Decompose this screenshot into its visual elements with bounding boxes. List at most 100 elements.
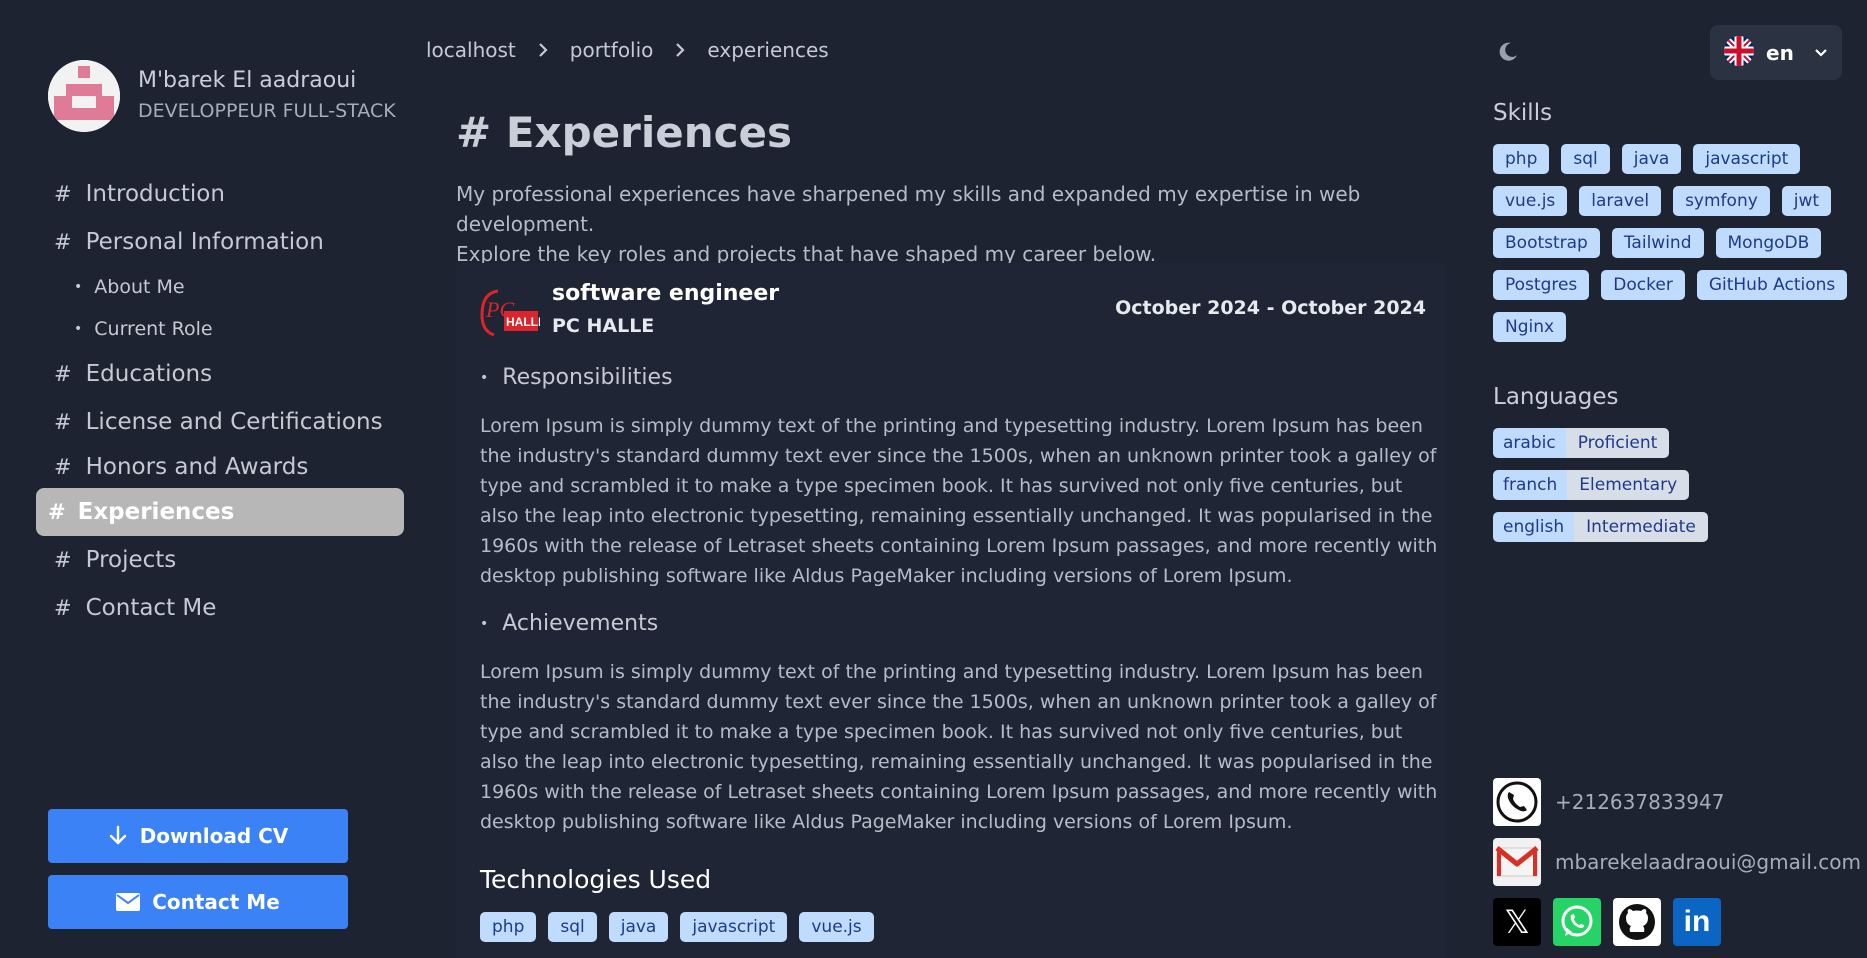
download-cv-button[interactable]: Download CV bbox=[48, 809, 348, 863]
skill-tag[interactable]: symfony bbox=[1673, 186, 1770, 216]
phone-number: +212637833947 bbox=[1555, 790, 1725, 814]
text-line: 1960s with the release of Letraset sheet… bbox=[480, 781, 1438, 803]
achievements-label: Achievements bbox=[502, 611, 659, 636]
nav-item-educations[interactable]: # Educations bbox=[36, 350, 404, 398]
contact-email[interactable]: mbarekelaadraoui@gmail.com bbox=[1493, 838, 1861, 886]
language-code: en bbox=[1766, 40, 1794, 65]
social-links: 𝕏 in bbox=[1493, 898, 1721, 946]
bullet-icon: • bbox=[480, 615, 489, 632]
language-level: Elementary bbox=[1567, 470, 1690, 500]
technologies-heading: Technologies Used bbox=[480, 865, 712, 894]
skill-tag[interactable]: php bbox=[1493, 144, 1550, 174]
hash-icon: # bbox=[48, 500, 66, 524]
experience-card: PC HALLE software engineer PC HALLE Octo… bbox=[456, 263, 1446, 958]
job-title: software engineer bbox=[552, 281, 780, 306]
hash-icon: # bbox=[54, 182, 72, 206]
technology-tag[interactable]: java bbox=[608, 912, 669, 942]
nav-item-label: Experiences bbox=[77, 499, 235, 525]
skill-tag[interactable]: sql bbox=[1561, 144, 1610, 174]
page-title: # Experiences bbox=[456, 108, 793, 157]
bullet-icon: • bbox=[480, 369, 489, 386]
text-line: type and scrambled it to make a type spe… bbox=[480, 475, 1403, 497]
breadcrumb-portfolio[interactable]: portfolio bbox=[570, 38, 654, 62]
technology-tag[interactable]: sql bbox=[548, 912, 597, 942]
profile-role: DEVELOPPEUR FULL-STACK bbox=[138, 100, 396, 122]
nav-item-label: Educations bbox=[85, 361, 213, 387]
hash-icon: # bbox=[54, 548, 72, 572]
nav-item-experiences[interactable]: # Experiences bbox=[36, 488, 404, 536]
skill-tag[interactable]: Postgres bbox=[1493, 270, 1590, 300]
skill-tag[interactable]: javascript bbox=[1693, 144, 1801, 174]
language-level: Intermediate bbox=[1574, 512, 1708, 542]
right-sidebar: Skills php sql java javascript vue.js la… bbox=[1493, 100, 1863, 542]
hash-icon: # bbox=[54, 596, 72, 620]
nav-item-license-certifications[interactable]: # License and Certifications bbox=[36, 398, 404, 446]
nav-item-contact-me[interactable]: # Contact Me bbox=[36, 584, 404, 632]
nav-item-honors-awards[interactable]: # Honors and Awards bbox=[36, 446, 404, 488]
skill-tag[interactable]: Bootstrap bbox=[1493, 228, 1600, 258]
languages-list: arabic Proficient franch Elementary engl… bbox=[1493, 428, 1863, 542]
nav-subitem-current-role[interactable]: • Current Role bbox=[36, 308, 404, 350]
email-address: mbarekelaadraoui@gmail.com bbox=[1555, 850, 1862, 874]
technology-tag[interactable]: php bbox=[480, 912, 537, 942]
languages-title: Languages bbox=[1493, 384, 1619, 410]
nav-item-introduction[interactable]: # Introduction bbox=[36, 170, 404, 218]
text-line: also the leap into electronic typesettin… bbox=[480, 751, 1433, 773]
download-icon bbox=[108, 825, 128, 847]
language-name: franch bbox=[1493, 470, 1568, 500]
github-icon[interactable] bbox=[1613, 898, 1661, 946]
breadcrumb-experiences: experiences bbox=[707, 38, 829, 62]
skill-tag[interactable]: java bbox=[1621, 144, 1682, 174]
x-glyph: 𝕏 bbox=[1504, 903, 1530, 941]
skill-tag[interactable]: MongoDB bbox=[1715, 228, 1822, 258]
nav-item-projects[interactable]: # Projects bbox=[36, 536, 404, 584]
skills-title: Skills bbox=[1493, 100, 1553, 126]
company-logo: PC HALLE bbox=[480, 285, 546, 347]
text-line: type and scrambled it to make a type spe… bbox=[480, 721, 1403, 743]
skill-tag[interactable]: Docker bbox=[1601, 270, 1685, 300]
language-pill: arabic Proficient bbox=[1493, 428, 1670, 458]
text-line: desktop publishing software like Aldus P… bbox=[480, 811, 1293, 833]
nav-item-personal-information[interactable]: # Personal Information bbox=[36, 218, 404, 266]
text-line: the industry's standard dummy text ever … bbox=[480, 445, 1437, 467]
experience-dates: October 2024 - October 2024 bbox=[1115, 297, 1426, 319]
breadcrumb-localhost[interactable]: localhost bbox=[426, 38, 516, 62]
hash-icon: # bbox=[54, 230, 72, 254]
download-cv-label: Download CV bbox=[139, 824, 289, 848]
contact-me-label: Contact Me bbox=[152, 890, 280, 914]
skill-tag[interactable]: GitHub Actions bbox=[1696, 270, 1848, 300]
dark-mode-toggle-moon-icon[interactable] bbox=[1496, 40, 1520, 68]
text-line: Lorem Ipsum is simply dummy text of the … bbox=[480, 415, 1423, 437]
chevron-down-icon bbox=[1814, 48, 1828, 58]
skill-tag[interactable]: laravel bbox=[1579, 186, 1662, 216]
technology-tag[interactable]: javascript bbox=[680, 912, 788, 942]
gmail-icon bbox=[1493, 838, 1541, 886]
text-line: the industry's standard dummy text ever … bbox=[480, 691, 1437, 713]
whatsapp-icon[interactable] bbox=[1553, 898, 1601, 946]
nav-item-label: Honors and Awards bbox=[85, 454, 309, 480]
chevron-right-icon bbox=[538, 42, 548, 58]
skill-tag[interactable]: Nginx bbox=[1493, 312, 1567, 342]
language-name: english bbox=[1493, 512, 1575, 542]
chevron-right-icon bbox=[675, 42, 685, 58]
nav-item-label: About Me bbox=[94, 276, 185, 298]
avatar[interactable] bbox=[48, 60, 120, 132]
contact-phone[interactable]: +212637833947 bbox=[1493, 778, 1724, 826]
nav-item-label: Personal Information bbox=[85, 229, 324, 255]
skills-list: php sql java javascript vue.js laravel s… bbox=[1493, 144, 1853, 342]
skill-tag[interactable]: Tailwind bbox=[1611, 228, 1704, 258]
language-select[interactable]: en bbox=[1710, 25, 1842, 80]
text-line: desktop publishing software like Aldus P… bbox=[480, 565, 1293, 587]
x-twitter-icon[interactable]: 𝕏 bbox=[1493, 898, 1541, 946]
skill-tag[interactable]: jwt bbox=[1781, 186, 1832, 216]
contact-me-button[interactable]: Contact Me bbox=[48, 875, 348, 929]
bullet-icon: • bbox=[74, 321, 83, 337]
linkedin-icon[interactable]: in bbox=[1673, 898, 1721, 946]
bullet-icon: • bbox=[74, 279, 83, 295]
nav-subitem-about-me[interactable]: • About Me bbox=[36, 266, 404, 308]
technology-tag[interactable]: vue.js bbox=[799, 912, 874, 942]
skill-tag[interactable]: vue.js bbox=[1493, 186, 1568, 216]
text-line: also the leap into electronic typesettin… bbox=[480, 505, 1433, 527]
page-intro: My professional experiences have sharpen… bbox=[456, 179, 1446, 269]
section-nav: # Introduction # Personal Information • … bbox=[36, 170, 404, 632]
